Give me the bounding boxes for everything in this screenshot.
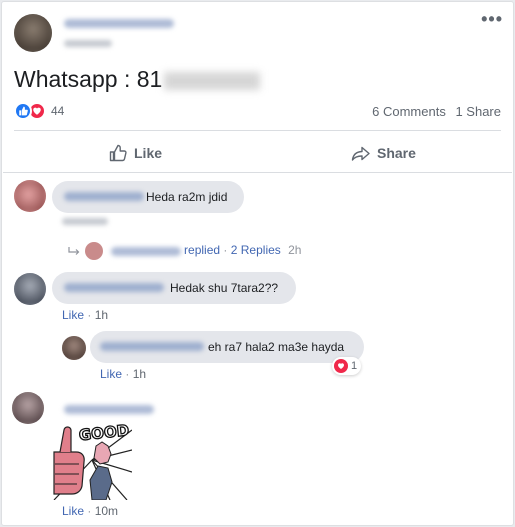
reaction-count: 44 [51,104,65,118]
reply-count: 2 Replies [230,243,281,258]
comment-meta: Like · 1h [62,308,109,322]
shares-count-link[interactable]: 1 Share [455,104,501,119]
comment-text: eh ra7 hala2 ma3e hayda [208,340,345,354]
post-text: Whatsapp : 81 [14,66,261,93]
author-avatar[interactable] [14,14,52,52]
like-icon [14,102,32,120]
like-button[interactable]: Like [108,143,162,163]
reply-arrow-icon [68,247,80,255]
comment-like-link[interactable]: Like [100,367,122,381]
commenter-name[interactable] [64,283,164,292]
commenter-avatar[interactable] [14,180,46,212]
comment-time[interactable]: 1h [133,367,146,381]
good-sticker[interactable]: GOOD [52,420,132,500]
thumbs-up-icon [109,144,127,162]
comment-text: Heda ra2m jdid [146,190,228,204]
commenter-name[interactable] [100,342,204,351]
post-text-visible: Whatsapp : 81 [14,66,163,92]
comment-bubble: Hedak shu 7tara2?? [52,272,296,304]
commenter-avatar[interactable] [62,336,86,360]
reactions-summary[interactable]: 44 [14,102,64,120]
comment-like-link[interactable]: Like [62,504,84,518]
post-card: ••• Whatsapp : 81 44 6 Comments 1 Share … [1,1,514,526]
share-button-label: Share [377,145,416,161]
commenter-name[interactable] [64,192,144,201]
comment-like-link[interactable]: Like [62,308,84,322]
post-timestamp[interactable] [64,40,112,47]
sticker-text: GOOD [78,421,130,444]
comment-bubble: Heda ra2m jdid [52,181,244,213]
comments-count-link[interactable]: 6 Comments [372,104,446,119]
divider [3,172,512,173]
commenter-name[interactable] [64,405,154,414]
comment-time[interactable]: 1h [95,308,108,322]
comment-meta: Like · 10m [62,504,119,518]
reply-time: 2h [288,243,302,258]
comment-text: Hedak shu 7tara2?? [170,281,279,295]
love-count: 1 [351,360,358,372]
commenter-avatar[interactable] [14,273,46,305]
divider [14,130,501,131]
share-button[interactable]: Share [351,143,416,163]
like-button-label: Like [134,145,163,161]
comment-reaction-badge[interactable]: 1 [332,357,362,375]
author-name[interactable] [64,19,174,28]
redacted-number [164,71,261,90]
replied-label: replied [184,243,221,258]
replier-name [110,246,181,256]
share-arrow-icon [351,146,370,161]
post-stats: 6 Comments 1 Share [366,104,501,119]
love-icon [334,359,348,373]
comment-bubble: eh ra7 hala2 ma3e hayda [90,331,364,363]
replier-avatar [85,242,104,260]
comment-time[interactable]: 10m [95,504,118,518]
commenter-avatar[interactable] [12,392,44,424]
replies-summary[interactable]: replied · 2 Replies 2h [68,242,301,260]
more-options-icon[interactable]: ••• [481,10,503,28]
comment-meta: Like · 1h [100,367,147,381]
comment-meta [62,218,108,225]
